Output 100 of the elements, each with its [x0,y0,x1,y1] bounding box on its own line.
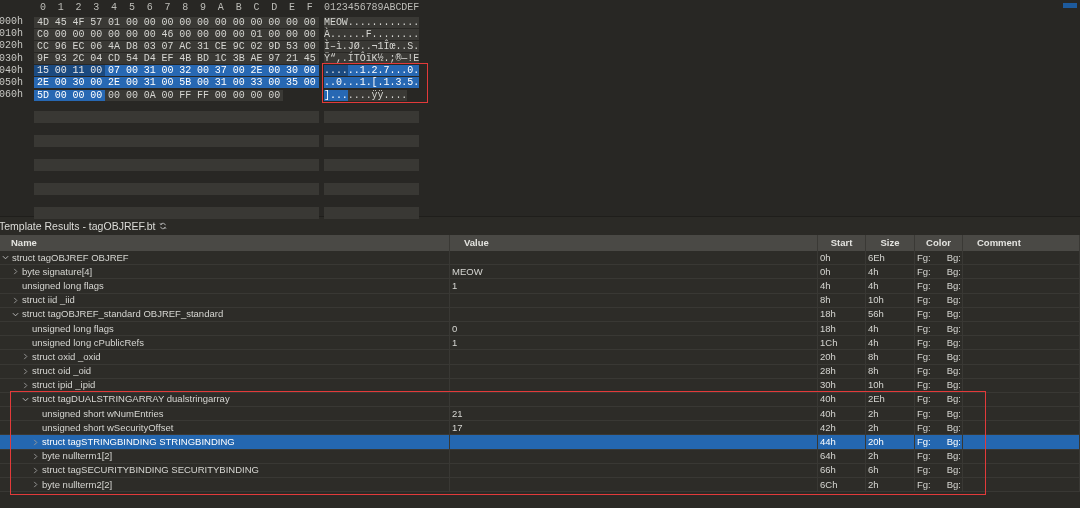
color-header[interactable]: Color [926,237,951,248]
hex-byte[interactable]: 96 [51,40,70,52]
hex-byte[interactable]: 31 [140,65,159,77]
tree-row[interactable]: byte nullterm2[2] 6Ch 2h Fg: Bg: [0,478,1080,493]
ascii-text[interactable]: ..1.2.7...0. [347,65,420,77]
hex-byte[interactable]: 00 [158,16,177,28]
hex-byte[interactable]: 4F [69,16,88,28]
hex-byte[interactable]: 9F [34,53,52,65]
hex-byte[interactable]: 00 [69,89,88,101]
hex-byte[interactable]: 37 [211,65,230,77]
hex-byte[interactable]: 00 [158,65,177,77]
hex-byte[interactable]: 00 [176,28,195,40]
tree-row[interactable]: struct ipid _ipid 30h 10h Fg: Bg: [0,378,1080,393]
hex-byte[interactable]: 9D [265,40,284,52]
hex-byte[interactable]: 00 [300,28,319,40]
hex-byte[interactable]: 00 [51,65,70,77]
hex-byte[interactable]: 31 [194,40,212,52]
hex-byte[interactable]: C0 [34,28,52,40]
tree-row[interactable]: struct oid _oid 28h 8h Fg: Bg: [0,364,1080,379]
hex-byte[interactable]: 00 [123,89,141,101]
hex-byte[interactable]: 2E [34,77,52,89]
hex-byte[interactable]: 00 [87,89,106,101]
ascii-text[interactable]: MEOW............ [324,16,420,28]
hex-byte[interactable]: 1C [211,53,230,65]
hex-byte[interactable]: CE [211,40,230,52]
hex-byte[interactable]: 06 [87,40,106,52]
chevron-down-icon[interactable] [22,395,29,403]
tree-row[interactable]: unsigned long flags 0 18h 4h Fg: Bg: [0,321,1080,337]
hex-byte[interactable]: EC [69,40,88,52]
hex-byte[interactable]: 00 [265,65,284,77]
ascii-text[interactable]: ....ÿÿ.... [347,89,408,101]
hex-byte[interactable]: 00 [51,28,70,40]
hex-byte[interactable]: 00 [211,28,230,40]
tree-row[interactable]: struct tagOBJREF_standard OBJREF_standard 18h 56h Fg: Bg: [0,307,1080,322]
hex-byte[interactable]: FF [176,89,195,101]
hex-byte[interactable]: 00 [69,28,88,40]
start-header[interactable]: Start [830,237,853,248]
hex-byte[interactable]: FF [194,89,212,101]
ascii-text[interactable]: Ì–ì.JØ..¬1Îœ..S. [324,40,420,52]
hex-byte[interactable]: CD [105,53,123,65]
hex-byte[interactable]: 00 [229,65,248,77]
tree-row[interactable]: struct iid _iid 8h 10h Fg: Bg: [0,293,1080,308]
size-header[interactable]: Size [880,237,900,248]
hex-byte[interactable]: 07 [158,40,177,52]
ascii-text[interactable]: ]... [324,89,348,101]
hex-byte[interactable]: 00 [265,16,284,28]
hex-byte[interactable]: 33 [247,77,266,89]
chevron-right-icon[interactable] [12,268,19,276]
hex-byte[interactable]: 00 [194,28,212,40]
tree-row[interactable]: struct tagDUALSTRINGARRAY dualstringarray 40h 2Eh Fg: Bg: [0,392,1080,408]
comment-header[interactable]: Comment [977,237,1021,248]
ascii-text[interactable]: ..0...1.[.1.3.5. [324,77,420,89]
hex-byte[interactable]: 00 [211,89,230,101]
hex-byte[interactable]: 2E [105,77,123,89]
hex-byte[interactable]: 00 [51,89,70,101]
hex-byte[interactable]: 4B [176,53,195,65]
hex-byte[interactable]: AC [176,40,195,52]
hex-byte[interactable]: 4D [34,16,52,28]
hex-byte[interactable]: 02 [247,40,266,52]
hex-byte[interactable]: 00 [211,16,230,28]
tree-row[interactable]: byte signature[4] MEOW 0h 4h Fg: Bg: [0,265,1080,280]
hex-byte[interactable]: D4 [140,53,159,65]
hex-byte[interactable]: 00 [87,77,106,89]
hex-byte[interactable]: 45 [51,16,70,28]
hex-byte[interactable]: 0A [140,89,159,101]
hex-byte[interactable]: 00 [300,65,319,77]
hex-byte[interactable]: 00 [140,16,159,28]
hex-byte[interactable]: 00 [229,89,248,101]
hex-byte[interactable]: 4A [105,40,123,52]
hex-byte[interactable]: AE [247,53,266,65]
hex-byte[interactable]: EF [158,53,177,65]
hex-byte[interactable]: 00 [123,77,141,89]
hex-byte[interactable]: D8 [123,40,141,52]
hex-byte[interactable]: 00 [105,28,123,40]
hex-byte[interactable]: 03 [140,40,159,52]
hex-byte[interactable]: 00 [51,77,70,89]
hex-byte[interactable]: BD [194,53,212,65]
hex-byte[interactable]: 3B [229,53,248,65]
hex-byte[interactable]: 00 [176,16,195,28]
hex-byte[interactable]: 00 [283,16,301,28]
hex-byte[interactable]: 15 [34,65,52,77]
chevron-down-icon[interactable] [12,310,19,318]
hex-byte[interactable]: 00 [229,77,248,89]
hex-byte[interactable]: 2E [247,65,266,77]
hex-byte[interactable]: 5D [34,89,52,101]
hex-byte[interactable]: 54 [123,53,141,65]
hex-byte[interactable]: 00 [300,40,319,52]
hex-byte[interactable]: 00 [140,28,159,40]
tree-row[interactable]: struct oxid _oxid 20h 8h Fg: Bg: [0,350,1080,365]
hex-byte[interactable]: 01 [247,28,266,40]
hex-byte[interactable]: 93 [51,53,70,65]
hex-byte[interactable]: 32 [176,65,195,77]
hex-byte[interactable]: 00 [265,77,284,89]
hex-byte[interactable]: 31 [140,77,159,89]
hex-byte[interactable]: 00 [123,16,141,28]
tree-row[interactable]: unsigned long flags 1 4h 4h Fg: Bg: [0,279,1080,294]
hex-byte[interactable]: 00 [194,16,212,28]
hex-byte[interactable]: 21 [283,53,301,65]
hex-byte[interactable]: 01 [105,16,123,28]
hex-byte[interactable]: 00 [265,89,284,101]
